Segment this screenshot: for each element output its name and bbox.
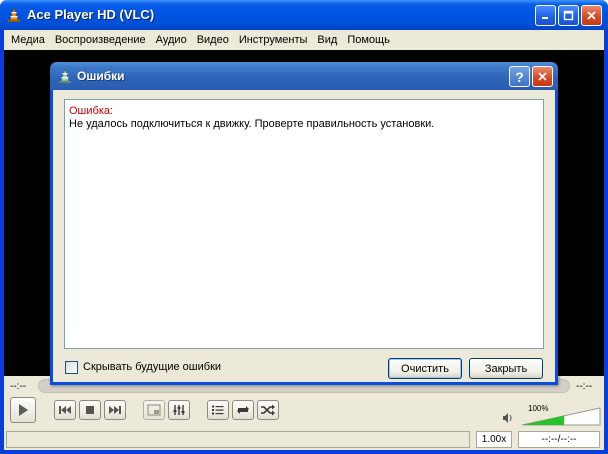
previous-button[interactable] <box>54 400 76 420</box>
volume-wedge[interactable] <box>520 404 602 426</box>
menu-media[interactable]: Медиа <box>6 34 50 46</box>
menu-help[interactable]: Помощь <box>342 34 395 46</box>
menu-video[interactable]: Видео <box>192 34 234 46</box>
error-label: Ошибка: <box>69 105 114 117</box>
menubar: Медиа Воспроизведение Аудио Видео Инстру… <box>4 30 604 50</box>
help-button[interactable]: ? <box>509 66 530 87</box>
window-title: Ace Player HD (VLC) <box>27 7 155 22</box>
equalizer-icon <box>173 405 185 415</box>
vlc-cone-icon <box>59 68 71 83</box>
menu-view[interactable]: Вид <box>312 34 342 46</box>
maximize-button[interactable] <box>558 5 579 26</box>
close-icon <box>587 11 596 20</box>
loop-button[interactable] <box>232 400 254 420</box>
playback-speed[interactable]: 1.00x <box>476 431 512 448</box>
remaining-time: --:-- <box>576 381 593 392</box>
menu-audio[interactable]: Аудио <box>151 34 192 46</box>
fullscreen-button[interactable] <box>143 400 165 420</box>
controls-panel: --:-- --:-- 100% 1.00x --:--/--:-- <box>4 376 604 450</box>
titlebar[interactable]: Ace Player HD (VLC) <box>0 0 608 30</box>
errors-dialog: Ошибки ? Ошибка: Не удалось подключиться… <box>50 62 558 385</box>
playlist-icon <box>212 405 224 415</box>
statusbar: 1.00x --:--/--:-- <box>6 431 600 448</box>
dialog-title: Ошибки <box>77 69 125 83</box>
status-message-field <box>6 431 470 448</box>
next-icon <box>109 406 121 414</box>
shuffle-icon <box>261 404 275 416</box>
previous-icon <box>59 406 71 414</box>
help-icon: ? <box>515 68 524 85</box>
dialog-titlebar[interactable]: Ошибки ? <box>50 62 558 90</box>
dialog-body: Ошибка: Не удалось подключиться к движку… <box>53 90 555 382</box>
menu-tools[interactable]: Инструменты <box>234 34 313 46</box>
equalizer-button[interactable] <box>168 400 190 420</box>
fullscreen-icon <box>147 404 161 416</box>
maximize-icon <box>563 10 574 21</box>
shuffle-button[interactable] <box>257 400 279 420</box>
hide-future-errors-checkbox[interactable] <box>65 361 78 374</box>
speaker-icon[interactable] <box>502 412 514 424</box>
hide-future-errors-label[interactable]: Скрывать будущие ошибки <box>83 361 221 374</box>
timecode-display[interactable]: --:--/--:-- <box>518 431 600 448</box>
stop-icon <box>86 406 94 414</box>
minimize-icon <box>542 17 548 19</box>
dialog-close-button[interactable] <box>532 66 553 87</box>
volume-slider[interactable] <box>520 404 602 426</box>
close-button[interactable]: Закрыть <box>469 358 543 379</box>
stop-button[interactable] <box>79 400 101 420</box>
error-log[interactable]: Ошибка: Не удалось подключиться к движку… <box>64 99 544 349</box>
elapsed-time: --:-- <box>10 381 27 392</box>
menu-playback[interactable]: Воспроизведение <box>50 34 151 46</box>
vlc-cone-icon <box>8 7 20 22</box>
next-button[interactable] <box>104 400 126 420</box>
play-button[interactable] <box>10 397 36 423</box>
minimize-button[interactable] <box>535 5 556 26</box>
error-message: Не удалось подключиться к движку. Провер… <box>69 118 435 130</box>
play-icon <box>19 404 28 416</box>
clear-button[interactable]: Очистить <box>388 358 462 379</box>
close-icon <box>538 72 547 81</box>
loop-icon <box>237 406 249 414</box>
playlist-button[interactable] <box>207 400 229 420</box>
close-window-button[interactable] <box>581 5 602 26</box>
